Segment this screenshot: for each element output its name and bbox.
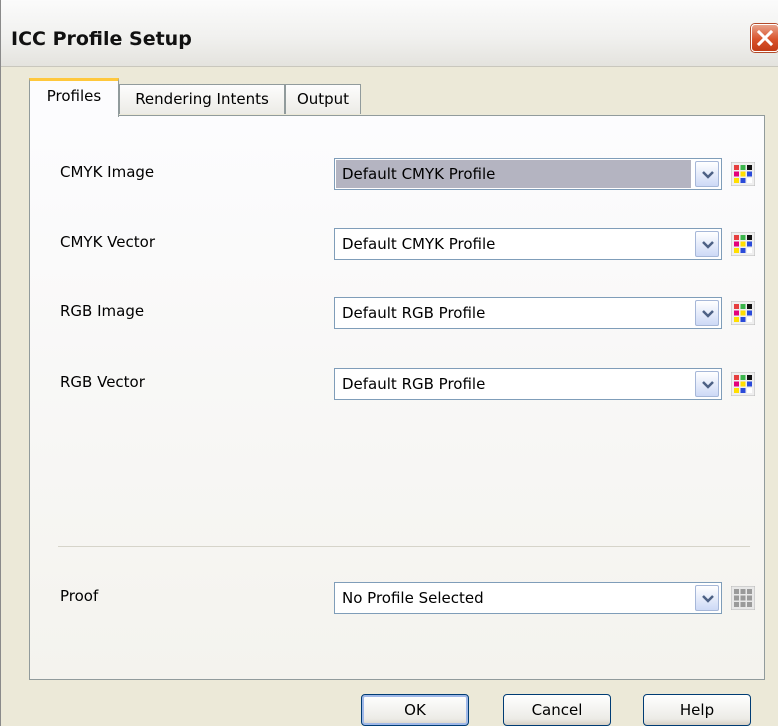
close-icon [756,29,774,47]
icc-profile-setup-dialog: ICC Profile Setup Profiles Rendering Int… [0,0,778,726]
profiles-panel: CMYK Image Default CMYK Profile CMYK Vec… [29,115,765,680]
chevron-down-icon [702,310,714,318]
proof-label: Proof [60,587,99,605]
cmyk-image-select[interactable]: Default CMYK Profile [334,158,722,190]
rgb-vector-label: RGB Vector [60,373,145,391]
ok-button[interactable]: OK [361,694,469,726]
color-profile-icon[interactable] [731,232,755,256]
section-divider [58,546,750,547]
rgb-vector-value: Default RGB Profile [342,375,486,393]
cmyk-vector-select[interactable]: Default CMYK Profile [334,228,722,260]
proof-value: No Profile Selected [342,589,484,607]
dialog-title: ICC Profile Setup [11,28,192,50]
tab-output[interactable]: Output [285,84,361,114]
dropdown-arrow-button[interactable] [695,231,719,257]
dropdown-arrow-button[interactable] [695,300,719,326]
dropdown-arrow-button[interactable] [695,161,719,187]
rgb-image-select[interactable]: Default RGB Profile [334,297,722,329]
color-profile-icon[interactable] [731,372,755,396]
rgb-image-value: Default RGB Profile [342,304,486,322]
close-button[interactable] [751,24,778,52]
cancel-button[interactable]: Cancel [503,694,611,726]
dropdown-arrow-button[interactable] [695,371,719,397]
rgb-vector-select[interactable]: Default RGB Profile [334,368,722,400]
chevron-down-icon [702,171,714,179]
cmyk-image-label: CMYK Image [60,163,155,181]
color-profile-icon-disabled[interactable] [731,586,755,610]
dropdown-arrow-button[interactable] [695,585,719,611]
cmyk-vector-value: Default CMYK Profile [342,235,496,253]
color-profile-icon[interactable] [731,162,755,186]
cmyk-image-value: Default CMYK Profile [336,160,691,188]
title-bar[interactable]: ICC Profile Setup [1,0,778,67]
tab-profiles[interactable]: Profiles [29,78,119,117]
rgb-image-label: RGB Image [60,302,145,320]
help-button[interactable]: Help [643,694,751,726]
tab-rendering-intents[interactable]: Rendering Intents [119,84,285,114]
cmyk-vector-label: CMYK Vector [60,233,155,251]
chevron-down-icon [702,241,714,249]
chevron-down-icon [702,595,714,603]
chevron-down-icon [702,381,714,389]
proof-select[interactable]: No Profile Selected [334,582,722,614]
color-profile-icon[interactable] [731,301,755,325]
